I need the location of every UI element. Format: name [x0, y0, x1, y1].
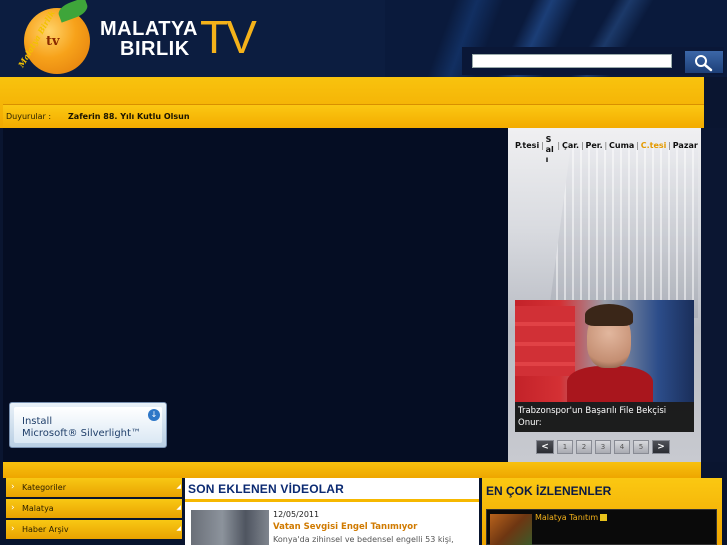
- tab-day-monday[interactable]: P.tesi: [515, 132, 539, 150]
- video-date: 12/05/2011: [273, 510, 320, 519]
- pager-page-4[interactable]: 4: [614, 440, 630, 454]
- pager-prev-button[interactable]: <: [536, 440, 554, 454]
- slider-pager: < 1 2 3 4 5 >: [536, 440, 670, 454]
- tab-separator: |: [668, 141, 671, 150]
- chevron-right-icon: ›: [11, 503, 15, 513]
- announcement-ticker[interactable]: Zaferin 88. Yılı Kutlu Olsun: [68, 112, 190, 121]
- tab-day-tuesday[interactable]: Salı: [546, 132, 556, 165]
- recent-videos-section: SON EKLENEN VİDEOLAR 12/05/2011 Vatan Se…: [185, 478, 479, 545]
- site-logo[interactable]: tv Malatya Birlik MALATYA BIRLIK TV: [0, 0, 385, 77]
- sponsor-banner-image: [515, 306, 575, 376]
- chevron-right-icon: ›: [11, 482, 15, 492]
- list-item[interactable]: Malatya Tanıtım: [486, 509, 717, 545]
- header: tv Malatya Birlik MALATYA BIRLIK TV: [0, 0, 727, 77]
- install-silverlight-button[interactable]: Install Microsoft® Silverlight™ ↓: [9, 402, 167, 448]
- pager-page-2[interactable]: 2: [576, 440, 592, 454]
- logo-badge: tv: [46, 34, 60, 49]
- section-divider: [3, 462, 701, 478]
- most-watched-section: EN ÇOK İZLENENLER Malatya Tanıtım: [482, 478, 722, 545]
- pager-next-button[interactable]: >: [652, 440, 670, 454]
- sidebar-item-news-archive[interactable]: › Haber Arşiv ◢: [6, 520, 182, 539]
- tab-day-saturday[interactable]: C.tesi: [641, 132, 667, 150]
- tab-separator: |: [541, 141, 544, 150]
- corner-arrow-icon: ◢: [176, 525, 181, 532]
- person-shirt-image: [567, 366, 653, 402]
- corner-arrow-icon: ◢: [176, 483, 181, 490]
- tab-separator: |: [580, 141, 584, 150]
- recent-videos-title: SON EKLENEN VİDEOLAR: [185, 478, 479, 502]
- video-description: Konya'da zihinsel ve bedensel engelli 53…: [273, 535, 454, 544]
- announcement-bar: Duyurular : Zaferin 88. Yılı Kutlu Olsun: [3, 104, 704, 128]
- pager-page-3[interactable]: 3: [595, 440, 611, 454]
- day-tabs: P.tesi | Salı | Çar. | Per. | Cuma | C.t…: [508, 132, 701, 164]
- logo-wordmark: MALATYA BIRLIK: [100, 19, 198, 59]
- download-icon: ↓: [148, 409, 160, 421]
- page-edge: [701, 128, 727, 462]
- logo-tv-text: TV: [200, 11, 257, 63]
- tab-separator: |: [557, 141, 561, 150]
- featured-video-caption[interactable]: Trabzonspor'un Başarılı File Bekçisi Onu…: [515, 402, 694, 432]
- person-hair-image: [585, 304, 633, 326]
- tab-day-friday[interactable]: Cuma: [609, 132, 634, 150]
- video-thumbnail[interactable]: [191, 510, 269, 545]
- stadium-background-image: [548, 148, 698, 318]
- list-item[interactable]: 12/05/2011 Vatan Sevgisi Engel Tanımıyor…: [185, 502, 479, 545]
- video-title: Malatya Tanıtım: [535, 513, 599, 522]
- logo-line2: BIRLIK: [120, 38, 190, 60]
- pager-page-5[interactable]: 5: [633, 440, 649, 454]
- video-title-link[interactable]: Vatan Sevgisi Engel Tanımıyor: [273, 522, 417, 532]
- silverlight-line2: Microsoft® Silverlight™: [22, 428, 141, 439]
- most-watched-title: EN ÇOK İZLENENLER: [486, 484, 612, 498]
- sidebar-item-categories[interactable]: › Kategoriler ◢: [6, 478, 182, 497]
- sidebar-item-label: Kategoriler: [22, 483, 66, 492]
- nav-bar: Duyurular : Zaferin 88. Yılı Kutlu Olsun: [0, 77, 704, 128]
- tab-day-sunday[interactable]: Pazar: [673, 132, 698, 150]
- corner-arrow-icon: ◢: [176, 504, 181, 511]
- featured-video-thumbnail[interactable]: [515, 300, 694, 402]
- pager-page-1[interactable]: 1: [557, 440, 573, 454]
- logo-line1: MALATYA: [100, 18, 198, 40]
- search-input[interactable]: [472, 54, 672, 68]
- video-thumbnail[interactable]: [490, 514, 532, 545]
- schedule-panel: P.tesi | Salı | Çar. | Per. | Cuma | C.t…: [508, 128, 701, 462]
- search-bar: [462, 47, 724, 75]
- chevron-right-icon: ›: [11, 524, 15, 534]
- tab-separator: |: [604, 141, 608, 150]
- search-button[interactable]: [685, 51, 723, 73]
- menu-strip: [0, 77, 704, 104]
- silverlight-badge: Install Microsoft® Silverlight™ ↓: [14, 407, 162, 443]
- new-badge-icon: [600, 514, 608, 521]
- tab-separator: |: [636, 141, 639, 150]
- video-player[interactable]: Install Microsoft® Silverlight™ ↓: [3, 128, 508, 462]
- sidebar-item-label: Haber Arşiv: [22, 525, 69, 534]
- video-title-link[interactable]: Malatya Tanıtım: [535, 513, 608, 522]
- silverlight-line1: Install: [22, 416, 53, 427]
- sidebar-menu: › Kategoriler ◢ › Malatya ◢ › Haber Arşi…: [6, 478, 182, 545]
- tab-day-thursday[interactable]: Per.: [585, 132, 602, 150]
- announcement-label: Duyurular :: [6, 112, 52, 121]
- sidebar-item-label: Malatya: [22, 504, 54, 513]
- tab-day-wednesday[interactable]: Çar.: [562, 132, 579, 150]
- sidebar-item-malatya[interactable]: › Malatya ◢: [6, 499, 182, 518]
- search-icon: [695, 55, 713, 72]
